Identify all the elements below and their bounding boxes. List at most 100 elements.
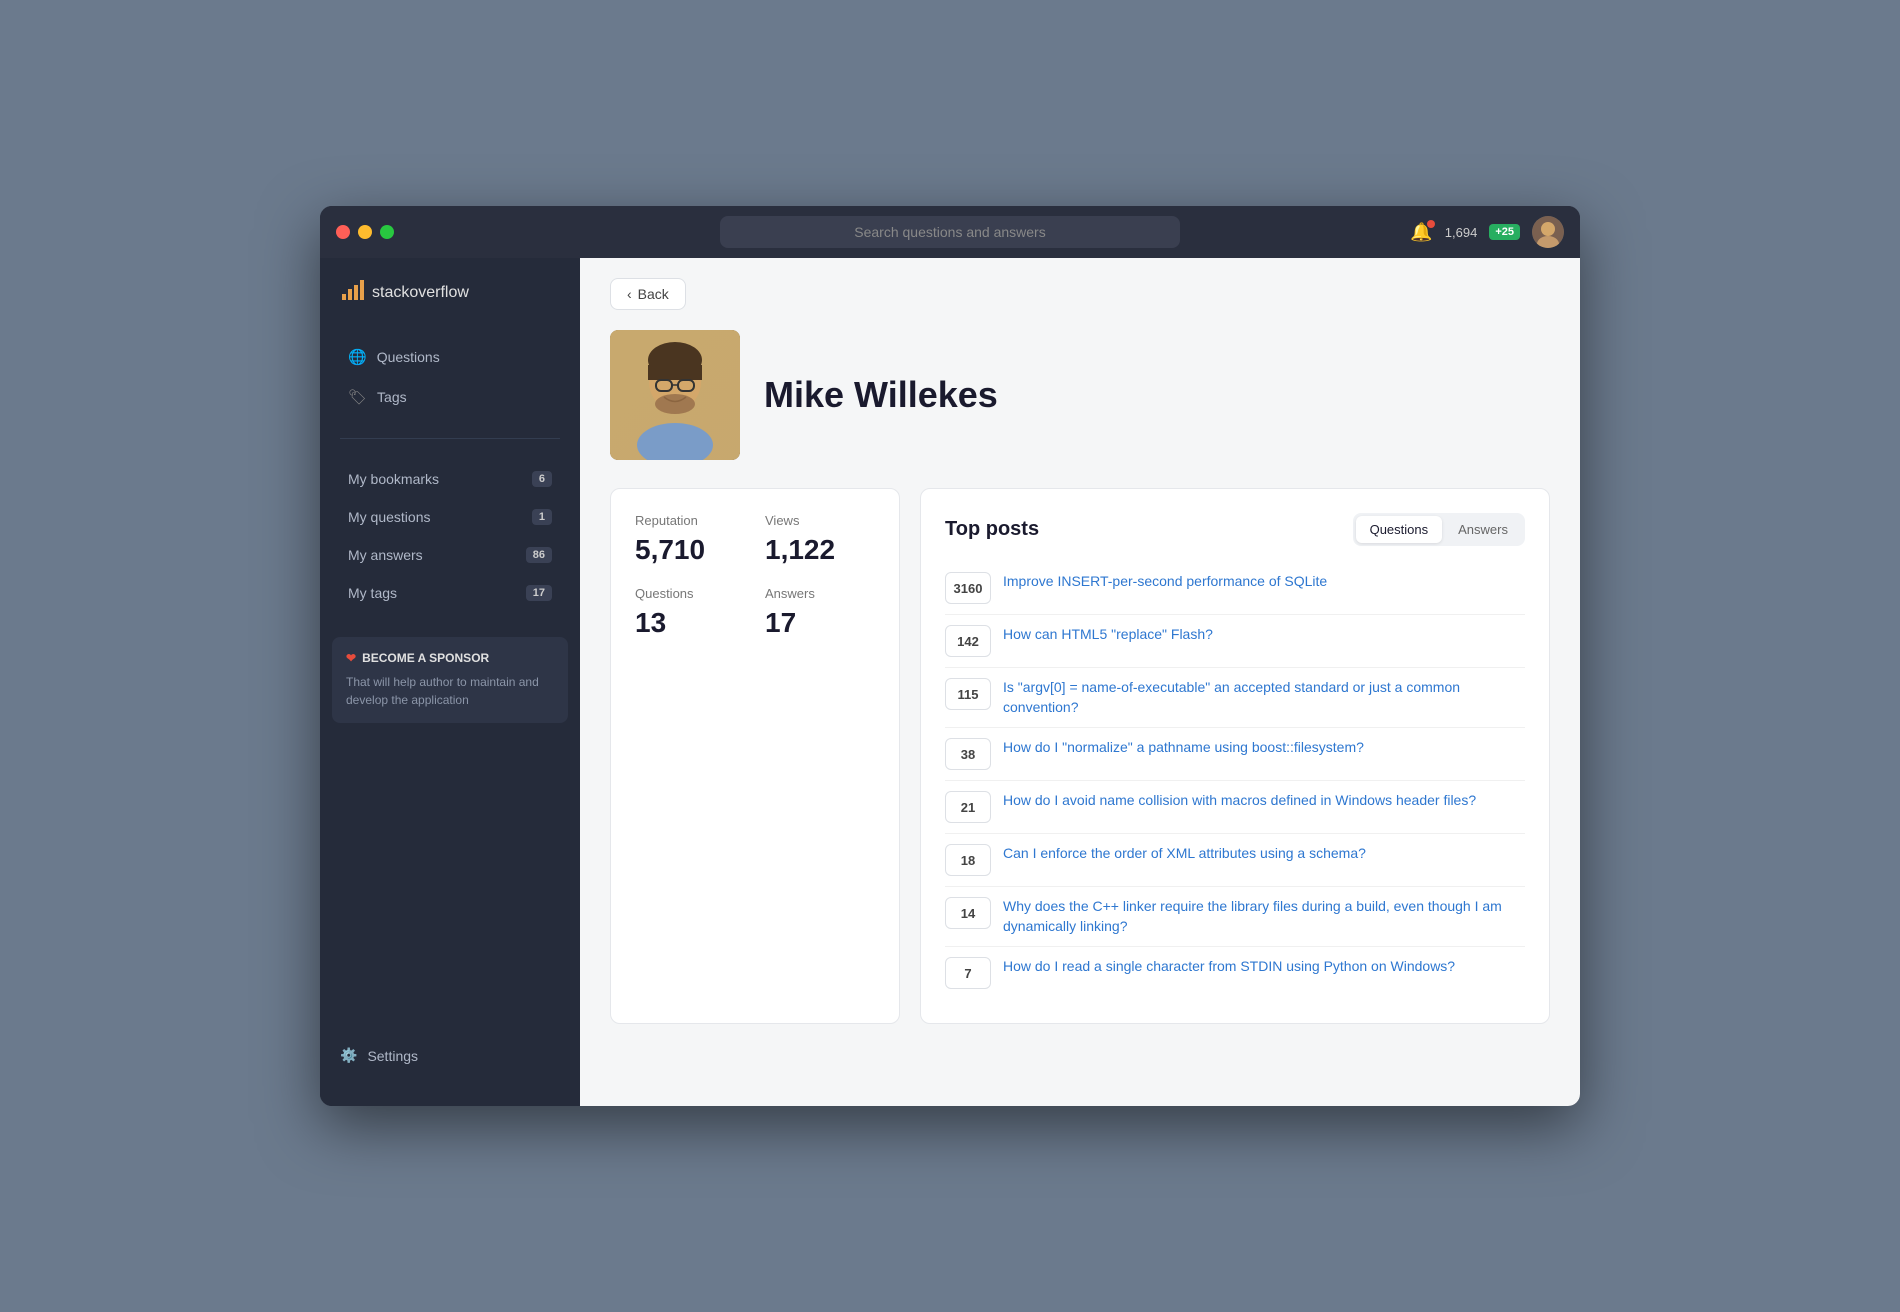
- answers-stat: Answers 17: [765, 586, 875, 639]
- sidebar-my-questions[interactable]: My questions 1: [328, 499, 572, 535]
- post-link[interactable]: How do I read a single character from ST…: [1003, 957, 1455, 977]
- list-item: 7 How do I read a single character from …: [945, 947, 1525, 999]
- post-link[interactable]: Why does the C++ linker require the libr…: [1003, 897, 1525, 936]
- sponsor-title-text: BECOME A SPONSOR: [362, 651, 489, 665]
- sponsor-title: ❤ BECOME A SPONSOR: [346, 651, 554, 665]
- logo-text: stackoverflow: [372, 284, 469, 302]
- reputation-value: 5,710: [635, 534, 745, 566]
- list-item: 142 How can HTML5 "replace" Flash?: [945, 615, 1525, 668]
- stats-card: Reputation 5,710 Views 1,122 Questions 1…: [610, 488, 900, 1024]
- titlebar-right: 🔔 1,694 +25: [1410, 216, 1564, 248]
- sidebar-logo: stackoverflow: [320, 278, 580, 328]
- questions-stat-value: 13: [635, 607, 745, 639]
- reputation-label: Reputation: [635, 513, 745, 528]
- top-posts-card: Top posts Questions Answers 3160 Improve…: [920, 488, 1550, 1024]
- my-answers-label: My answers: [348, 547, 423, 563]
- tag-icon: 🏷: [348, 388, 367, 406]
- logo-icon: [340, 278, 364, 308]
- stats-grid: Reputation 5,710 Views 1,122 Questions 1…: [635, 513, 875, 639]
- post-list: 3160 Improve INSERT-per-second performan…: [945, 562, 1525, 999]
- list-item: 38 How do I "normalize" a pathname using…: [945, 728, 1525, 781]
- my-answers-count: 86: [526, 547, 552, 563]
- sidebar-divider: [340, 438, 560, 439]
- questions-stat-label: Questions: [635, 586, 745, 601]
- sponsor-box[interactable]: ❤ BECOME A SPONSOR That will help author…: [332, 637, 568, 723]
- reputation-stat: Reputation 5,710: [635, 513, 745, 566]
- close-button[interactable]: [336, 225, 350, 239]
- tab-answers[interactable]: Answers: [1444, 516, 1522, 543]
- post-link[interactable]: Improve INSERT-per-second performance of…: [1003, 572, 1327, 592]
- sidebar-nav: 🌐 Questions 🏷 Tags: [320, 328, 580, 426]
- tab-group: Questions Answers: [1353, 513, 1525, 546]
- sidebar-my-tags[interactable]: My tags 17: [328, 575, 572, 611]
- tab-questions[interactable]: Questions: [1356, 516, 1443, 543]
- main-layout: stackoverflow 🌐 Questions 🏷 Tags My book…: [320, 258, 1580, 1106]
- my-questions-label: My questions: [348, 509, 430, 525]
- search-input[interactable]: [720, 216, 1180, 248]
- maximize-button[interactable]: [380, 225, 394, 239]
- sidebar-settings[interactable]: ⚙️ Settings: [328, 1037, 572, 1074]
- post-score: 38: [945, 738, 991, 770]
- sidebar-bookmarks[interactable]: My bookmarks 6: [328, 461, 572, 497]
- my-tags-count: 17: [526, 585, 552, 601]
- minimize-button[interactable]: [358, 225, 372, 239]
- profile-name: Mike Willekes: [764, 374, 998, 416]
- my-tags-label: My tags: [348, 585, 397, 601]
- top-posts-title: Top posts: [945, 518, 1039, 541]
- post-score: 7: [945, 957, 991, 989]
- sidebar-item-questions[interactable]: 🌐 Questions: [328, 338, 572, 376]
- stats-section: Reputation 5,710 Views 1,122 Questions 1…: [610, 488, 1550, 1024]
- profile-avatar: [610, 330, 740, 460]
- content-area: ‹ Back: [580, 258, 1580, 1106]
- answers-stat-label: Answers: [765, 586, 875, 601]
- settings-icon: ⚙️: [340, 1047, 357, 1064]
- globe-icon: 🌐: [348, 348, 367, 366]
- top-posts-header: Top posts Questions Answers: [945, 513, 1525, 546]
- back-chevron-icon: ‹: [627, 286, 632, 302]
- my-questions-count: 1: [532, 509, 552, 525]
- post-score: 14: [945, 897, 991, 929]
- list-item: 3160 Improve INSERT-per-second performan…: [945, 562, 1525, 615]
- reputation-count: 1,694: [1445, 225, 1478, 240]
- post-score: 3160: [945, 572, 991, 604]
- answers-stat-value: 17: [765, 607, 875, 639]
- views-stat: Views 1,122: [765, 513, 875, 566]
- views-label: Views: [765, 513, 875, 528]
- post-link[interactable]: How can HTML5 "replace" Flash?: [1003, 625, 1213, 645]
- views-value: 1,122: [765, 534, 875, 566]
- tags-label: Tags: [377, 389, 407, 405]
- list-item: 115 Is "argv[0] = name-of-executable" an…: [945, 668, 1525, 728]
- settings-label: Settings: [367, 1048, 418, 1064]
- notification-dot: [1427, 220, 1435, 228]
- back-button[interactable]: ‹ Back: [610, 278, 686, 310]
- post-link[interactable]: How do I "normalize" a pathname using bo…: [1003, 738, 1364, 758]
- search-bar[interactable]: [720, 216, 1180, 248]
- sidebar-user-section: My bookmarks 6 My questions 1 My answers…: [320, 451, 580, 621]
- back-label: Back: [638, 286, 669, 302]
- titlebar: 🔔 1,694 +25: [320, 206, 1580, 258]
- post-link[interactable]: How do I avoid name collision with macro…: [1003, 791, 1476, 811]
- app-window: 🔔 1,694 +25: [320, 206, 1580, 1106]
- post-link[interactable]: Can I enforce the order of XML attribute…: [1003, 844, 1366, 864]
- profile-header: Mike Willekes: [610, 330, 1550, 460]
- post-score: 18: [945, 844, 991, 876]
- list-item: 14 Why does the C++ linker require the l…: [945, 887, 1525, 947]
- post-link[interactable]: Is "argv[0] = name-of-executable" an acc…: [1003, 678, 1525, 717]
- questions-label: Questions: [377, 349, 440, 365]
- sponsor-text: That will help author to maintain and de…: [346, 673, 554, 709]
- bookmarks-label: My bookmarks: [348, 471, 439, 487]
- bookmarks-count: 6: [532, 471, 552, 487]
- window-controls: [336, 225, 394, 239]
- sidebar: stackoverflow 🌐 Questions 🏷 Tags My book…: [320, 258, 580, 1106]
- post-score: 115: [945, 678, 991, 710]
- notification-icon[interactable]: 🔔: [1410, 222, 1432, 243]
- questions-stat: Questions 13: [635, 586, 745, 639]
- plus-badge: +25: [1489, 224, 1520, 240]
- user-avatar[interactable]: [1532, 216, 1564, 248]
- sidebar-item-tags[interactable]: 🏷 Tags: [328, 378, 572, 416]
- sidebar-bottom: ⚙️ Settings: [320, 1025, 580, 1086]
- sidebar-my-answers[interactable]: My answers 86: [328, 537, 572, 573]
- post-score: 142: [945, 625, 991, 657]
- heart-icon: ❤: [346, 651, 356, 665]
- post-score: 21: [945, 791, 991, 823]
